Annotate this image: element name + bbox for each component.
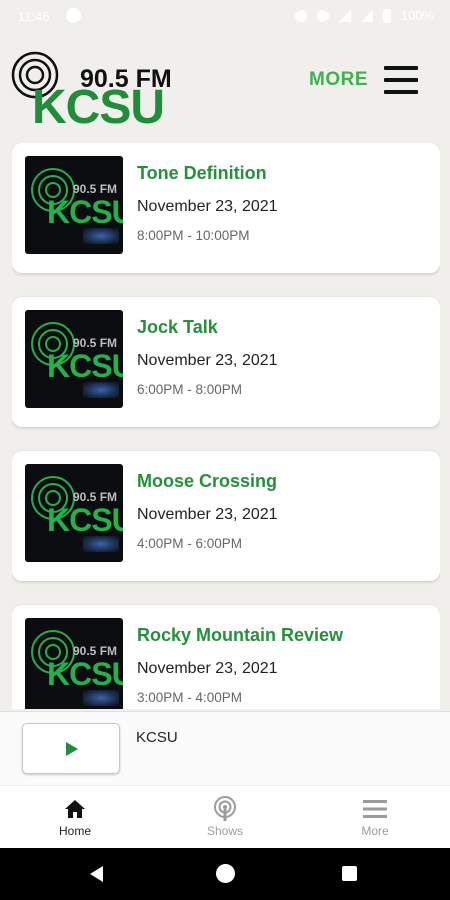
notification-icon	[66, 8, 81, 23]
show-thumbnail: 90.5 FM KCSU	[25, 310, 123, 408]
location-off-icon	[316, 9, 329, 22]
tab-shows-label: Shows	[206, 824, 244, 838]
tab-more[interactable]: More	[300, 786, 450, 848]
battery-percent: 100%	[400, 8, 434, 23]
thumbnail-call-sign: KCSU	[47, 194, 123, 230]
status-time: 11:46	[18, 9, 50, 24]
show-date: November 23, 2021	[137, 352, 278, 369]
thumbnail-call-sign: KCSU	[47, 656, 123, 692]
wifi-icon	[338, 9, 351, 22]
signal-icon	[360, 9, 373, 22]
show-time: 6:00PM - 8:00PM	[137, 382, 243, 397]
tab-home-label: Home	[58, 824, 91, 838]
show-card[interactable]: 90.5 FM KCSU Jock Talk November 23, 2021…	[12, 297, 440, 427]
home-icon	[62, 797, 88, 821]
play-icon	[66, 742, 78, 756]
thumbnail-call-sign: KCSU	[47, 502, 123, 538]
show-date: November 23, 2021	[137, 506, 278, 523]
tab-more-label: More	[361, 824, 389, 838]
app-header: 90.5 FM KCSU MORE	[0, 34, 450, 134]
show-date: November 23, 2021	[137, 198, 278, 215]
menu-icon	[362, 797, 388, 821]
logo-call-sign: KCSU	[32, 81, 165, 134]
bottom-tab-bar: Home Shows More	[0, 785, 450, 848]
thumbnail-call-sign: KCSU	[47, 348, 123, 384]
more-label: MORE	[309, 69, 368, 90]
player-station-label: KCSU	[136, 729, 178, 746]
hamburger-icon	[384, 66, 418, 94]
home-button-icon[interactable]	[216, 864, 235, 883]
show-card[interactable]: 90.5 FM KCSU Tone Definition November 23…	[12, 143, 440, 273]
show-card[interactable]: 90.5 FM KCSU Moose Crossing November 23,…	[12, 451, 440, 581]
more-menu-button[interactable]: MORE	[309, 66, 418, 94]
show-time: 4:00PM - 6:00PM	[137, 536, 243, 551]
show-title: Tone Definition	[137, 163, 267, 183]
show-title: Moose Crossing	[137, 471, 278, 491]
show-title: Rocky Mountain Review	[137, 625, 344, 645]
show-time: 8:00PM - 10:00PM	[137, 228, 250, 243]
podcast-icon	[212, 796, 238, 821]
show-list[interactable]: 90.5 FM KCSU Tone Definition November 23…	[12, 143, 440, 709]
show-thumbnail: 90.5 FM KCSU	[25, 156, 123, 254]
tab-home[interactable]: Home	[0, 786, 150, 848]
recents-icon[interactable]	[342, 866, 357, 881]
show-title: Jock Talk	[137, 317, 218, 337]
mini-player: KCSU	[0, 711, 450, 785]
show-thumbnail: 90.5 FM KCSU	[25, 464, 123, 562]
battery-icon	[382, 8, 391, 23]
alarm-icon	[294, 9, 307, 22]
status-bar: 11:46 100%	[0, 0, 450, 34]
status-icons: 100%	[294, 8, 434, 23]
show-card[interactable]: 90.5 FM KCSU Rocky Mountain Review Novem…	[12, 605, 440, 709]
play-button[interactable]	[22, 723, 120, 774]
show-time: 3:00PM - 4:00PM	[137, 690, 243, 705]
show-thumbnail: 90.5 FM KCSU	[25, 618, 123, 709]
back-icon[interactable]	[90, 866, 103, 882]
station-logo[interactable]: 90.5 FM KCSU	[10, 40, 190, 134]
system-nav-bar	[0, 848, 450, 900]
tab-shows[interactable]: Shows	[150, 786, 300, 848]
show-date: November 23, 2021	[137, 660, 278, 677]
